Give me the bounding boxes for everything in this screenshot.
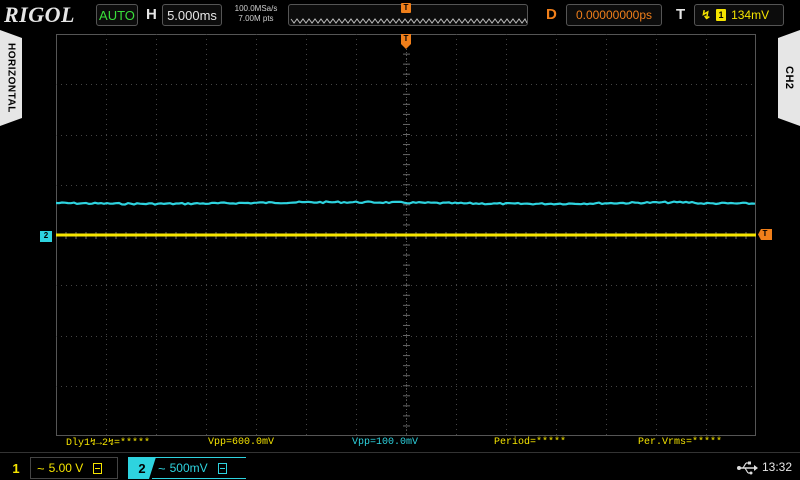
ch1-settings[interactable]: ~ 5.00 V <box>30 457 118 479</box>
trigger-level-text: 134mV <box>731 8 770 22</box>
measurement-delay[interactable]: Dly1↯→2↯=***** <box>66 437 150 449</box>
trigger-settings[interactable]: ↯ 1 134mV <box>694 4 784 26</box>
run-status-button[interactable]: AUTO <box>96 4 138 26</box>
ch2-settings[interactable]: ~ 500mV <box>152 457 246 479</box>
ch2-scale: 500mV <box>169 461 208 475</box>
ch2-tab-label: CH2 <box>783 66 795 90</box>
ch2-menu-tab[interactable]: CH2 <box>778 30 800 126</box>
trigger-source-chip: 1 <box>716 9 727 21</box>
sample-rate: 100.0MSa/s <box>234 4 278 13</box>
measurement-bar: Dly1↯→2↯=***** Vpp=600.0mV Vpp=100.0mV P… <box>56 437 756 451</box>
trigger-position-marker[interactable]: T <box>401 34 411 50</box>
measurement-vpp-ch2[interactable]: Vpp=100.0mV <box>352 437 418 448</box>
ch2-coupling-icon: ~ <box>158 460 166 476</box>
top-status-bar: RIGOL AUTO H 5.000ms 100.0MSa/s 7.00M pt… <box>0 0 800 32</box>
measurement-per-vrms[interactable]: Per.Vrms=***** <box>638 437 722 448</box>
horizontal-menu-tab[interactable]: HORIZONTAL <box>0 30 22 126</box>
ch1-bandwidth-icon <box>93 462 103 474</box>
ch2-bandwidth-icon <box>217 462 227 474</box>
memory-depth: 7.00M pts <box>238 14 274 23</box>
delay-label: D <box>546 6 557 23</box>
delay-value-text: 0.00000000ps <box>575 8 653 22</box>
ch2-trace <box>56 200 756 206</box>
rising-edge-icon: ↯ <box>701 8 712 22</box>
trigger-level-marker[interactable]: T <box>758 229 772 240</box>
ch2-offset-marker[interactable]: 2 <box>40 231 52 242</box>
brand-logo: RIGOL <box>4 2 75 27</box>
waveform-display[interactable] <box>56 34 756 436</box>
measurement-vpp-ch1[interactable]: Vpp=600.0mV <box>208 437 274 448</box>
timebase-value[interactable]: 5.000ms <box>162 4 222 26</box>
ch1-coupling-icon: ~ <box>37 460 45 476</box>
graticule <box>56 34 756 436</box>
measurement-period[interactable]: Period=***** <box>494 437 566 448</box>
trigger-label: T <box>676 6 686 23</box>
clock: 13:32 <box>762 460 793 474</box>
memory-trigger-marker: T <box>401 3 411 13</box>
usb-icon <box>737 461 758 475</box>
bottom-channel-bar: 1 ~ 5.00 V 2 ~ 500mV 13:32 <box>0 452 800 480</box>
ch1-scale: 5.00 V <box>48 461 84 475</box>
delay-value[interactable]: 0.00000000ps <box>566 4 662 26</box>
timebase-value-text: 5.000ms <box>167 7 217 23</box>
ch1-number[interactable]: 1 <box>5 459 27 477</box>
sample-info: 100.0MSa/s 7.00M pts <box>228 4 284 24</box>
timebase-label: H <box>146 6 157 23</box>
horizontal-tab-label: HORIZONTAL <box>5 43 17 113</box>
